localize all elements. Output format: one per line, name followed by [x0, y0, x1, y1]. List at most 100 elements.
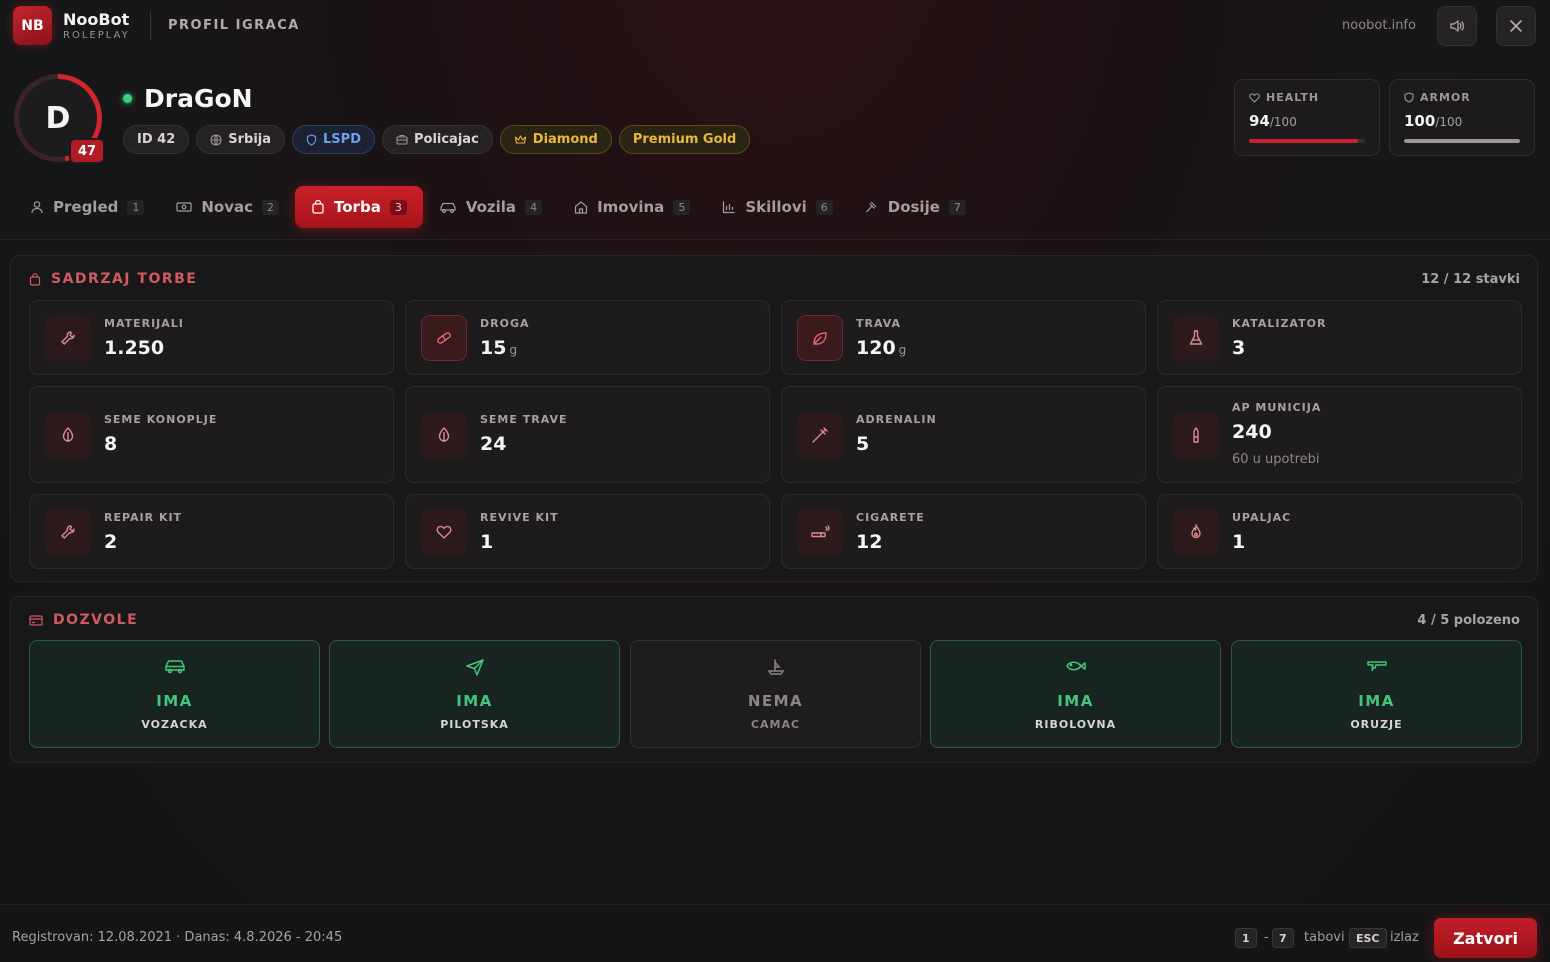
item-materijali[interactable]: MATERIJALI 1.250 [29, 300, 394, 375]
armor-bar-fill [1404, 139, 1520, 143]
chip-faction-label: LSPD [323, 132, 361, 147]
tab-shortcut: 1 [127, 199, 145, 215]
item-value: 24 [480, 433, 506, 455]
bag-icon [29, 272, 41, 286]
player-name: DraGoN [144, 84, 253, 113]
item-label: AP MUNICIJA [1232, 401, 1322, 414]
item-icon [45, 412, 91, 458]
chip-job: Policajac [381, 125, 493, 154]
chip-rank-label: Diamond [532, 132, 598, 147]
item-amount: 24 [480, 433, 507, 455]
tab-shortcut: 6 [815, 199, 833, 215]
license-name: ORUZJE [1350, 718, 1403, 731]
bullet-icon [1193, 427, 1199, 443]
wrench-icon [61, 331, 75, 345]
health-bar [1249, 139, 1365, 143]
license-vozacka[interactable]: IMA VOZACKA [29, 640, 320, 748]
tab-dosije[interactable]: Dosije 7 [849, 186, 982, 228]
key-hint-from: 1 [1235, 928, 1257, 948]
item-value: 15 g [480, 337, 517, 359]
tab-pregled[interactable]: Pregled 1 [14, 186, 160, 228]
license-pilotska[interactable]: IMA PILOTSKA [329, 640, 620, 748]
profile-chips: ID 42 Srbija LSPD Policajac Diamond Prem… [123, 125, 751, 154]
tab-novac[interactable]: Novac 2 [160, 186, 295, 228]
car-icon [440, 202, 456, 213]
health-label: HEALTH [1266, 91, 1320, 104]
tab-torba[interactable]: Torba 3 [295, 186, 423, 228]
item-revive-kit[interactable]: REVIVE KIT 1 [405, 494, 770, 569]
license-status: IMA [156, 692, 193, 710]
site-link[interactable]: noobot.info [1342, 18, 1416, 33]
exit-hint-label: izlaz [1390, 930, 1419, 945]
license-icon [631, 658, 920, 678]
item-trava[interactable]: TRAVA 120 g [781, 300, 1146, 375]
item-label: REVIVE KIT [480, 511, 559, 524]
armor-max: /100 [1435, 115, 1463, 129]
tab-label: Imovina [597, 198, 665, 216]
license-camac[interactable]: NEMA CAMAC [630, 640, 921, 748]
tab-shortcut: 4 [525, 199, 543, 215]
item-amount: 120 [856, 337, 896, 359]
tab-skillovi[interactable]: Skillovi 6 [706, 186, 848, 228]
sound-button[interactable] [1437, 6, 1477, 46]
tab-imovina[interactable]: Imovina 5 [558, 186, 706, 228]
item-ap-municija[interactable]: AP MUNICIJA 240 60 u upotrebi [1157, 386, 1522, 483]
item-value: 120 g [856, 337, 906, 359]
licenses-count: 4 / 5 polozeno [1417, 613, 1520, 628]
pill-icon [437, 332, 451, 344]
item-label: CIGARETE [856, 511, 925, 524]
license-name: CAMAC [750, 718, 801, 731]
item-seme-konoplje[interactable]: SEME KONOPLJE 8 [29, 386, 394, 483]
close-button[interactable]: Zatvori [1434, 918, 1537, 958]
item-icon [1173, 412, 1219, 458]
speaker-icon [1450, 20, 1465, 32]
item-droga[interactable]: DROGA 15 g [405, 300, 770, 375]
health-max: /100 [1269, 115, 1297, 129]
item-icon [421, 315, 467, 361]
item-amount: 12 [856, 531, 883, 553]
item-value: 12 [856, 531, 882, 553]
item-seme-trave[interactable]: SEME TRAVE 24 [405, 386, 770, 483]
license-ribolovna[interactable]: IMA RIBOLOVNA [930, 640, 1221, 748]
license-icon [1232, 658, 1521, 674]
plane-icon [465, 659, 484, 676]
cigarette-icon [811, 525, 830, 538]
close-window-button[interactable] [1496, 6, 1536, 46]
item-repair-kit[interactable]: REPAIR KIT 2 [29, 494, 394, 569]
tab-vozila[interactable]: Vozila 4 [423, 186, 558, 228]
license-status: IMA [1358, 692, 1395, 710]
item-label: DROGA [480, 317, 530, 330]
item-label: SEME TRAVE [480, 413, 568, 426]
tabs-hint-label: tabovi [1304, 930, 1345, 945]
tab-label: Skillovi [745, 198, 807, 216]
item-amount: 1 [1232, 531, 1246, 553]
license-status: NEMA [747, 692, 804, 710]
item-value: 8 [104, 433, 117, 455]
item-value: 1 [1232, 531, 1245, 553]
item-amount: 240 [1232, 421, 1272, 443]
item-label: SEME KONOPLJE [104, 413, 218, 426]
item-katalizator[interactable]: KATALIZATOR 3 [1157, 300, 1522, 375]
chip-premium-label: Premium Gold [632, 132, 737, 147]
close-icon [1510, 20, 1522, 32]
flame-icon [1191, 524, 1201, 539]
license-oruzje[interactable]: IMA ORUZJE [1231, 640, 1522, 748]
tab-label: Novac [201, 198, 254, 216]
tab-label: Torba [334, 198, 381, 216]
health-card: HEALTH 94/100 [1234, 79, 1380, 156]
item-value: 5 [856, 433, 869, 455]
globe-icon [210, 133, 222, 146]
leaf-icon [813, 332, 827, 345]
license-icon [330, 658, 619, 676]
key-hint-to: 7 [1272, 928, 1294, 948]
item-icon [797, 315, 843, 361]
item-cigarete[interactable]: CIGARETE 12 [781, 494, 1146, 569]
item-amount: 1.250 [104, 337, 165, 359]
tab-shortcut: 2 [262, 199, 280, 215]
item-upaljac[interactable]: UPALJAC 1 [1157, 494, 1522, 569]
item-adrenalin[interactable]: ADRENALIN 5 [781, 386, 1146, 483]
item-icon [45, 315, 91, 361]
license-name: VOZACKA [141, 718, 208, 731]
item-icon [421, 509, 467, 555]
tabs-divider [0, 239, 1550, 240]
